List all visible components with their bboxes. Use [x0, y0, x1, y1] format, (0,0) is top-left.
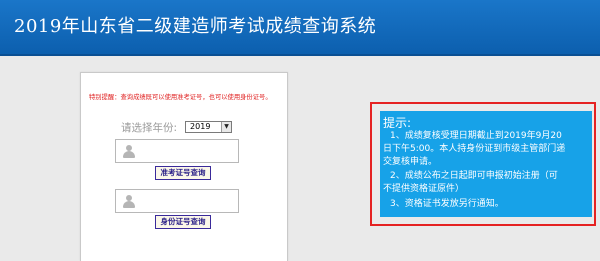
- year-row: 请选择年份: 2019 ▼: [121, 120, 233, 134]
- admission-number-input[interactable]: [115, 139, 239, 163]
- user-icon: [123, 145, 135, 158]
- query-form-card: 特别提醒：查询成绩既可以使用准考证号，也可以使用身份证号。 请选择年份: 201…: [80, 72, 288, 261]
- tip-line: 交复核申请。: [383, 157, 438, 167]
- tip-line: 1、成绩复核受理日期截止到2019年9月20: [390, 131, 562, 141]
- id-number-input[interactable]: [115, 189, 239, 213]
- tip-line: 日下午5:00。本人持身份证到市级主管部门递: [383, 144, 566, 154]
- user-icon: [123, 195, 135, 208]
- tip-title: 提示:: [383, 116, 412, 130]
- tip-line: 不提供资格证原件）: [383, 184, 465, 194]
- page-header: 2019年山东省二级建造师考试成绩查询系统: [0, 0, 600, 56]
- admission-query-button[interactable]: 准考证号查询: [155, 166, 211, 180]
- tip-line: 2、成绩公布之日起即可申报初始注册（可: [390, 171, 558, 181]
- chevron-down-icon[interactable]: ▼: [221, 122, 232, 132]
- year-label: 请选择年份:: [121, 121, 178, 134]
- notice-text: 特别提醒：查询成绩既可以使用准考证号，也可以使用身份证号。: [89, 94, 272, 101]
- year-select[interactable]: 2019 ▼: [185, 121, 233, 133]
- tip-box: 提示: 1、成绩复核受理日期截止到2019年9月20 日下午5:00。本人持身份…: [380, 111, 592, 217]
- page-title: 2019年山东省二级建造师考试成绩查询系统: [14, 16, 377, 37]
- id-query-button[interactable]: 身份证号查询: [155, 215, 211, 229]
- tip-line: 3、资格证书发放另行通知。: [390, 199, 504, 209]
- year-select-value: 2019: [190, 122, 211, 131]
